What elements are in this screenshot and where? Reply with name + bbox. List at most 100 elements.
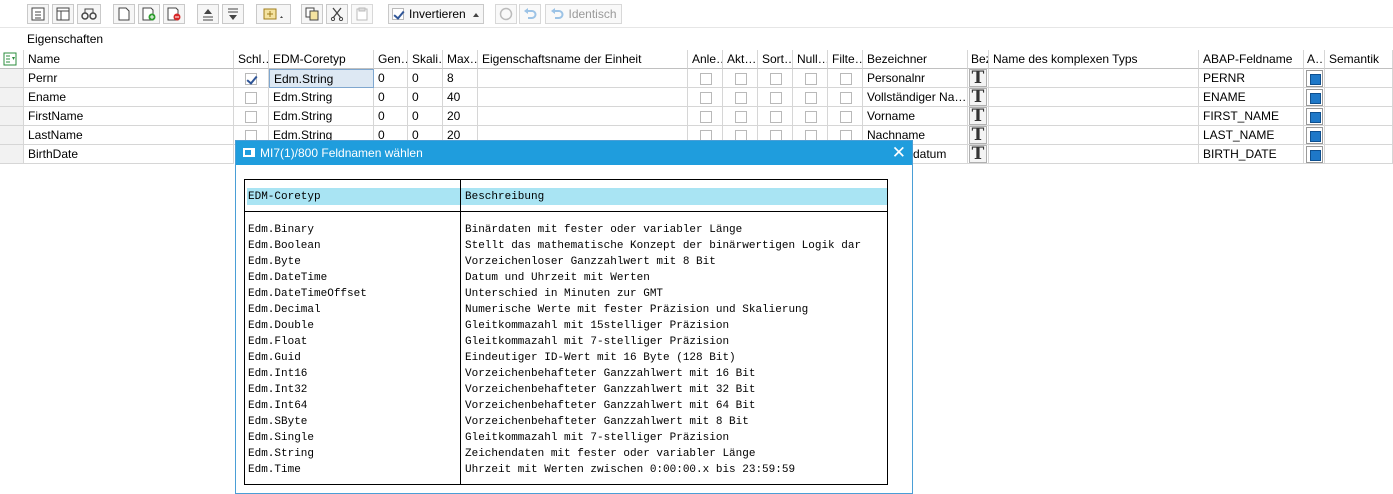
value-list-item[interactable]: Edm.Float Gleitkommazahl mit 7-stelliger … <box>245 334 887 350</box>
undo-button[interactable] <box>519 4 541 24</box>
abap-field-cell[interactable]: FIRST_NAME <box>1199 107 1304 126</box>
abap-field-cell[interactable]: PERNR <box>1199 69 1304 88</box>
identical-button[interactable]: Identisch <box>545 4 622 24</box>
import-menu-button[interactable] <box>256 4 291 24</box>
gen-cell[interactable]: 0 <box>374 107 408 126</box>
col-header-filter[interactable]: Filte… <box>828 50 863 69</box>
paste-button[interactable] <box>351 4 373 24</box>
max-cell[interactable]: 8 <box>443 69 478 88</box>
cut-button[interactable] <box>326 4 348 24</box>
row-selector[interactable] <box>0 107 24 126</box>
abap-field-cell[interactable]: LAST_NAME <box>1199 126 1304 145</box>
name-cell[interactable]: LastName <box>24 126 234 145</box>
label-cell[interactable]: Personalnr <box>863 69 968 88</box>
name-cell[interactable]: FirstName <box>24 107 234 126</box>
col-header-nullable[interactable]: Null… <box>793 50 828 69</box>
unit-property-cell[interactable] <box>478 69 688 88</box>
details-button[interactable] <box>27 4 49 24</box>
value-list-item[interactable]: Edm.Binary Binärdaten mit fester oder var… <box>245 222 887 238</box>
semantics-cell[interactable] <box>1325 107 1393 126</box>
abap-field-cell[interactable]: BIRTH_DATE <box>1199 145 1304 164</box>
text-type-icon[interactable]: T <box>969 126 987 144</box>
col-header-label[interactable]: Bezeichner <box>863 50 968 69</box>
complex-type-cell[interactable] <box>989 126 1199 145</box>
value-list-item[interactable]: Edm.Decimal Numerische Werte mit fester P… <box>245 302 887 318</box>
abap-type-icon[interactable] <box>1306 146 1323 163</box>
col-header-max[interactable]: Max… <box>443 50 478 69</box>
col-header-name[interactable]: Name <box>24 50 234 69</box>
col-header-abap-field[interactable]: ABAP-Feldname <box>1199 50 1304 69</box>
dialog-titlebar[interactable]: MI7(1)/800 Feldnamen wählen ✕ <box>236 141 912 165</box>
text-type-icon[interactable]: T <box>969 69 987 87</box>
text-type-icon[interactable]: T <box>969 145 987 163</box>
value-list-item[interactable]: Edm.Guid Eindeutiger ID-Wert mit 16 Byte … <box>245 350 887 366</box>
gen-cell[interactable]: 0 <box>374 88 408 107</box>
semantics-cell[interactable] <box>1325 88 1393 107</box>
unit-property-cell[interactable] <box>478 107 688 126</box>
max-cell[interactable]: 20 <box>443 107 478 126</box>
update-checkbox[interactable] <box>735 111 747 123</box>
complex-type-cell[interactable] <box>989 88 1199 107</box>
close-icon[interactable]: ✕ <box>892 143 906 163</box>
col-header-create[interactable]: Anle… <box>688 50 723 69</box>
delete-row-button[interactable] <box>163 4 185 24</box>
col-header-semantics[interactable]: Semantik <box>1325 50 1393 69</box>
new-row-button[interactable] <box>113 4 135 24</box>
scale-cell[interactable]: 0 <box>408 69 443 88</box>
create-checkbox[interactable] <box>700 92 712 104</box>
value-list-item[interactable]: Edm.Time Uhrzeit mit Werten zwischen 0:00… <box>245 462 887 478</box>
scale-cell[interactable]: 0 <box>408 107 443 126</box>
filter-checkbox[interactable] <box>840 92 852 104</box>
complex-type-cell[interactable] <box>989 145 1199 164</box>
col-header-edm-type[interactable]: EDM-Coretyp <box>248 189 321 205</box>
nullable-checkbox[interactable] <box>805 92 817 104</box>
abap-field-cell[interactable]: ENAME <box>1199 88 1304 107</box>
check-button[interactable] <box>495 4 517 24</box>
sort-checkbox[interactable] <box>770 73 782 85</box>
value-list-item[interactable]: Edm.Double Gleitkommazahl mit 15stelliger… <box>245 318 887 334</box>
nullable-checkbox[interactable] <box>805 111 817 123</box>
update-checkbox[interactable] <box>735 92 747 104</box>
col-header-sort[interactable]: Sort… <box>758 50 793 69</box>
col-header-scale[interactable]: Skali… <box>408 50 443 69</box>
unit-property-cell[interactable] <box>478 88 688 107</box>
semantics-cell[interactable] <box>1325 145 1393 164</box>
value-list-item[interactable]: Edm.DateTimeOffset Unterschied in Minuten… <box>245 286 887 302</box>
insert-row-button[interactable] <box>138 4 160 24</box>
abap-type-icon[interactable] <box>1306 108 1323 125</box>
value-list-item[interactable]: Edm.Single Gleitkommazahl mit 7-stelliger… <box>245 430 887 446</box>
abap-type-icon[interactable] <box>1306 127 1323 144</box>
abap-type-icon[interactable] <box>1306 89 1323 106</box>
text-type-icon[interactable]: T <box>969 88 987 106</box>
name-cell[interactable]: BirthDate <box>24 145 234 164</box>
edm-type-cell[interactable]: Edm.String <box>269 69 374 88</box>
edm-type-cell[interactable]: Edm.String <box>269 107 374 126</box>
complex-type-cell[interactable] <box>989 107 1199 126</box>
filter-checkbox[interactable] <box>840 73 852 85</box>
value-list-item[interactable]: Edm.Int16 Vorzeichenbehafteter Ganzzahlwe… <box>245 366 887 382</box>
col-header-description[interactable]: Beschreibung <box>465 189 544 205</box>
find-button[interactable] <box>77 4 101 24</box>
layout-button[interactable] <box>52 4 74 24</box>
semantics-cell[interactable] <box>1325 69 1393 88</box>
value-list-item[interactable]: Edm.Int32 Vorzeichenbehafteter Ganzzahlwe… <box>245 382 887 398</box>
row-selector[interactable] <box>0 126 24 145</box>
label-cell[interactable]: Vollständiger Na… <box>863 88 968 107</box>
col-header-a[interactable]: A… <box>1304 50 1325 69</box>
complex-type-cell[interactable] <box>989 69 1199 88</box>
col-header-update[interactable]: Akt… <box>723 50 758 69</box>
value-list-item[interactable]: Edm.String Zeichendaten mit fester oder v… <box>245 446 887 462</box>
value-list-item[interactable]: Edm.Int64 Vorzeichenbehafteter Ganzzahlwe… <box>245 398 887 414</box>
column-settings-button[interactable] <box>0 50 24 69</box>
row-selector[interactable] <box>0 69 24 88</box>
nullable-checkbox[interactable] <box>805 73 817 85</box>
scale-cell[interactable]: 0 <box>408 88 443 107</box>
sort-checkbox[interactable] <box>770 92 782 104</box>
create-checkbox[interactable] <box>700 111 712 123</box>
name-cell[interactable]: Pernr <box>24 69 234 88</box>
key-checkbox[interactable] <box>245 111 257 123</box>
semantics-cell[interactable] <box>1325 126 1393 145</box>
abap-type-icon[interactable] <box>1306 70 1323 87</box>
row-selector[interactable] <box>0 145 24 164</box>
invert-button[interactable]: Invertieren <box>388 4 484 24</box>
